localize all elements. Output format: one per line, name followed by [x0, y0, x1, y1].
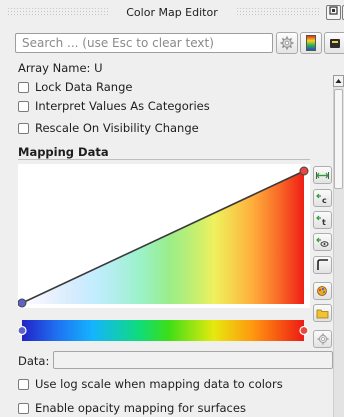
save-preset-button[interactable]: [313, 304, 332, 322]
color-gradient-bar: [22, 320, 304, 341]
opacity-control-point-start[interactable]: [18, 298, 27, 308]
rescale-range-icon: [316, 171, 329, 179]
color-palette-button[interactable]: [313, 282, 332, 300]
float-button[interactable]: [326, 5, 341, 20]
rescale-range-button[interactable]: [313, 166, 332, 184]
rescale-temporal-icon: t: [316, 215, 326, 226]
rescale-custom-range-icon: c: [316, 193, 327, 204]
drag-grip-left: [8, 8, 108, 17]
float-icon: [329, 6, 338, 15]
svg-text:t: t: [322, 218, 326, 226]
rescale-visibility-option[interactable]: Rescale On Visibility Change: [18, 121, 199, 135]
title-bar[interactable]: Color Map Editor: [0, 0, 344, 25]
palette-icon: [317, 286, 327, 296]
opacity-control-point-end[interactable]: [299, 166, 309, 176]
lock-data-range-label: Lock Data Range: [35, 80, 133, 94]
scroll-up-button[interactable]: [333, 75, 344, 87]
rescale-visibility-label: Rescale On Visibility Change: [35, 121, 199, 135]
log-scale-option[interactable]: Use log scale when mapping data to color…: [18, 377, 283, 391]
svg-text:c: c: [322, 196, 327, 204]
folder-icon: [316, 309, 329, 319]
search-input[interactable]: [15, 33, 273, 53]
gear-icon: [316, 333, 329, 345]
more-options-icon: [329, 39, 340, 48]
scrollbar-thumb[interactable]: [334, 89, 343, 189]
log-scale-checkbox[interactable]: [18, 378, 29, 390]
color-control-point-end[interactable]: [299, 325, 309, 336]
opacity-function-editor[interactable]: [18, 164, 310, 308]
window-title: Color Map Editor: [126, 6, 218, 19]
rescale-custom-range-button[interactable]: c: [313, 189, 332, 207]
settings-button[interactable]: [276, 32, 298, 54]
more-options-button[interactable]: [324, 32, 344, 54]
arrow-up-icon: [335, 79, 342, 83]
data-label: Data:: [18, 354, 50, 368]
colormap-presets-button[interactable]: [300, 32, 322, 54]
interpret-categories-checkbox[interactable]: [18, 100, 29, 112]
array-name-label: Array Name: U: [18, 61, 103, 75]
mapping-data-heading: Mapping Data: [18, 145, 109, 159]
opacity-mapping-checkbox[interactable]: [18, 402, 29, 414]
drag-grip-right: [237, 8, 321, 17]
interpret-categories-label: Interpret Values As Categories: [35, 99, 210, 113]
color-function-editor[interactable]: [18, 318, 310, 343]
advanced-settings-button[interactable]: [313, 330, 332, 348]
bracket-icon: [316, 259, 328, 270]
lock-data-range-checkbox[interactable]: [18, 81, 29, 93]
log-scale-label: Use log scale when mapping data to color…: [35, 377, 283, 391]
rescale-visibility-checkbox[interactable]: [18, 122, 29, 134]
choose-box-button[interactable]: [313, 256, 332, 274]
data-value-field[interactable]: [53, 351, 333, 369]
colormap-presets-icon: [306, 35, 316, 51]
section-divider: [18, 159, 310, 160]
gear-icon: [280, 36, 294, 50]
rescale-visible-button[interactable]: [313, 233, 332, 251]
rescale-visible-icon: [316, 237, 329, 247]
lock-data-range-option[interactable]: Lock Data Range: [18, 80, 132, 94]
opacity-mapping-label: Enable opacity mapping for surfaces: [35, 401, 246, 415]
rescale-temporal-button[interactable]: t: [313, 211, 332, 229]
color-control-point-start[interactable]: [18, 325, 27, 336]
interpret-categories-option[interactable]: Interpret Values As Categories: [18, 99, 210, 113]
opacity-mapping-option[interactable]: Enable opacity mapping for surfaces: [18, 401, 246, 415]
